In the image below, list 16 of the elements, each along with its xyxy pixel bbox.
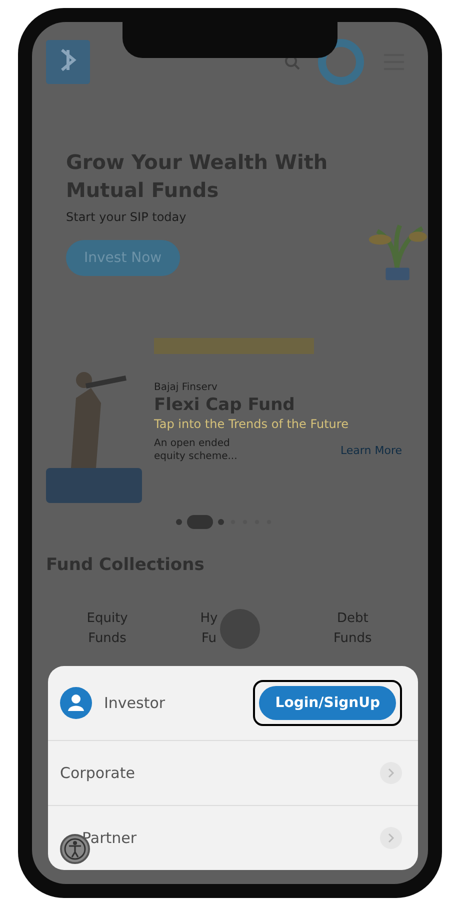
fund-collection-label[interactable]: Debt Funds <box>334 609 372 649</box>
login-signup-button[interactable]: Login/SignUp <box>259 686 396 720</box>
brand-name: Bajaj Finserv <box>154 382 218 393</box>
fund-description: An open ended equity scheme... <box>154 437 238 463</box>
chevron-right-icon <box>380 762 402 784</box>
user-icon <box>60 687 92 719</box>
fund-tagline: Tap into the Trends of the Future <box>154 417 350 431</box>
carousel-dots-icon <box>175 515 273 529</box>
touch-indicator-icon <box>220 609 260 649</box>
chevron-right-icon <box>380 827 402 849</box>
fund-collection-label[interactable]: Equity Funds <box>86 609 128 649</box>
learn-more-link[interactable]: Learn More <box>340 444 402 456</box>
fund-collection-label[interactable]: Hy Fu <box>200 609 218 649</box>
account-type-label: Investor <box>104 694 166 712</box>
account-type-row[interactable]: Corporate <box>48 740 418 805</box>
hero-subtitle: Start your SIP today <box>66 210 188 224</box>
